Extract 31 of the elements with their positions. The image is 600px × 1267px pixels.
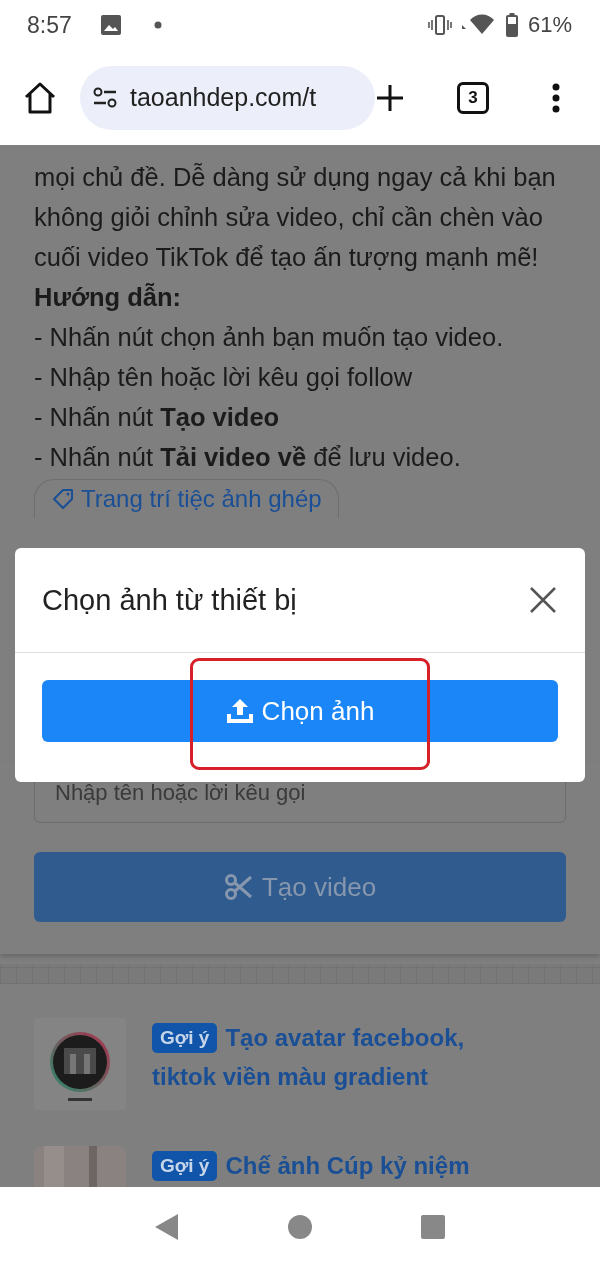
guide-step: - Nhấn nút Tải video về để lưu video. <box>34 437 570 477</box>
vibrate-icon <box>427 14 452 36</box>
guide-step: - Nhấn nút chọn ảnh bạn muốn tạo video. <box>34 317 570 357</box>
menu-icon[interactable] <box>551 82 561 113</box>
guide-step: - Nhấn nút Tạo video <box>34 397 570 437</box>
scissors-icon <box>223 874 254 900</box>
notification-dot-icon <box>153 21 162 29</box>
new-tab-icon[interactable] <box>375 82 405 113</box>
dialog-title: Chọn ảnh từ thiết bị <box>42 583 297 617</box>
status-time: 8:57 <box>27 11 72 39</box>
address-bar[interactable]: taoanhdep.com/t <box>80 65 375 130</box>
upload-icon <box>225 698 254 724</box>
image-icon <box>99 14 122 36</box>
suggestion-badge: Gợi ý <box>152 1023 218 1053</box>
description-paragraph: mọi chủ đề. Dễ dàng sử dụng ngay cả khi bạn không giỏi chỉnh sửa video, chỉ cần chèn vào cuối video TikTok để tạo ấn tượng mạnh mẽ! <box>34 162 557 273</box>
battery-level: 61% <box>527 12 572 38</box>
tab-switcher-button[interactable]: 3 <box>457 81 489 114</box>
suggestion-link[interactable]: Gợi ý Chế ảnh Cúp kỷ niệm <box>152 1146 492 1185</box>
battery-icon <box>505 13 518 37</box>
suggestion-badge: Gợi ý <box>152 1151 218 1181</box>
wifi-icon <box>461 14 496 36</box>
url-text: taoanhdep.com/t <box>130 83 317 112</box>
close-icon[interactable] <box>529 586 557 614</box>
guide-heading: Hướng dẫn: <box>34 282 183 313</box>
guide-step: - Nhập tên hoặc lời kêu gọi follow <box>34 357 570 397</box>
suggestion-link[interactable]: Gợi ý Tạo avatar facebook, tiktok viền màu gradient <box>152 1018 492 1096</box>
tag-icon <box>51 487 75 511</box>
home-button-icon[interactable] <box>287 1214 313 1240</box>
recents-icon[interactable] <box>420 1214 446 1240</box>
back-icon[interactable] <box>154 1213 180 1241</box>
choose-image-button[interactable]: Chọn ảnh <box>42 680 558 742</box>
